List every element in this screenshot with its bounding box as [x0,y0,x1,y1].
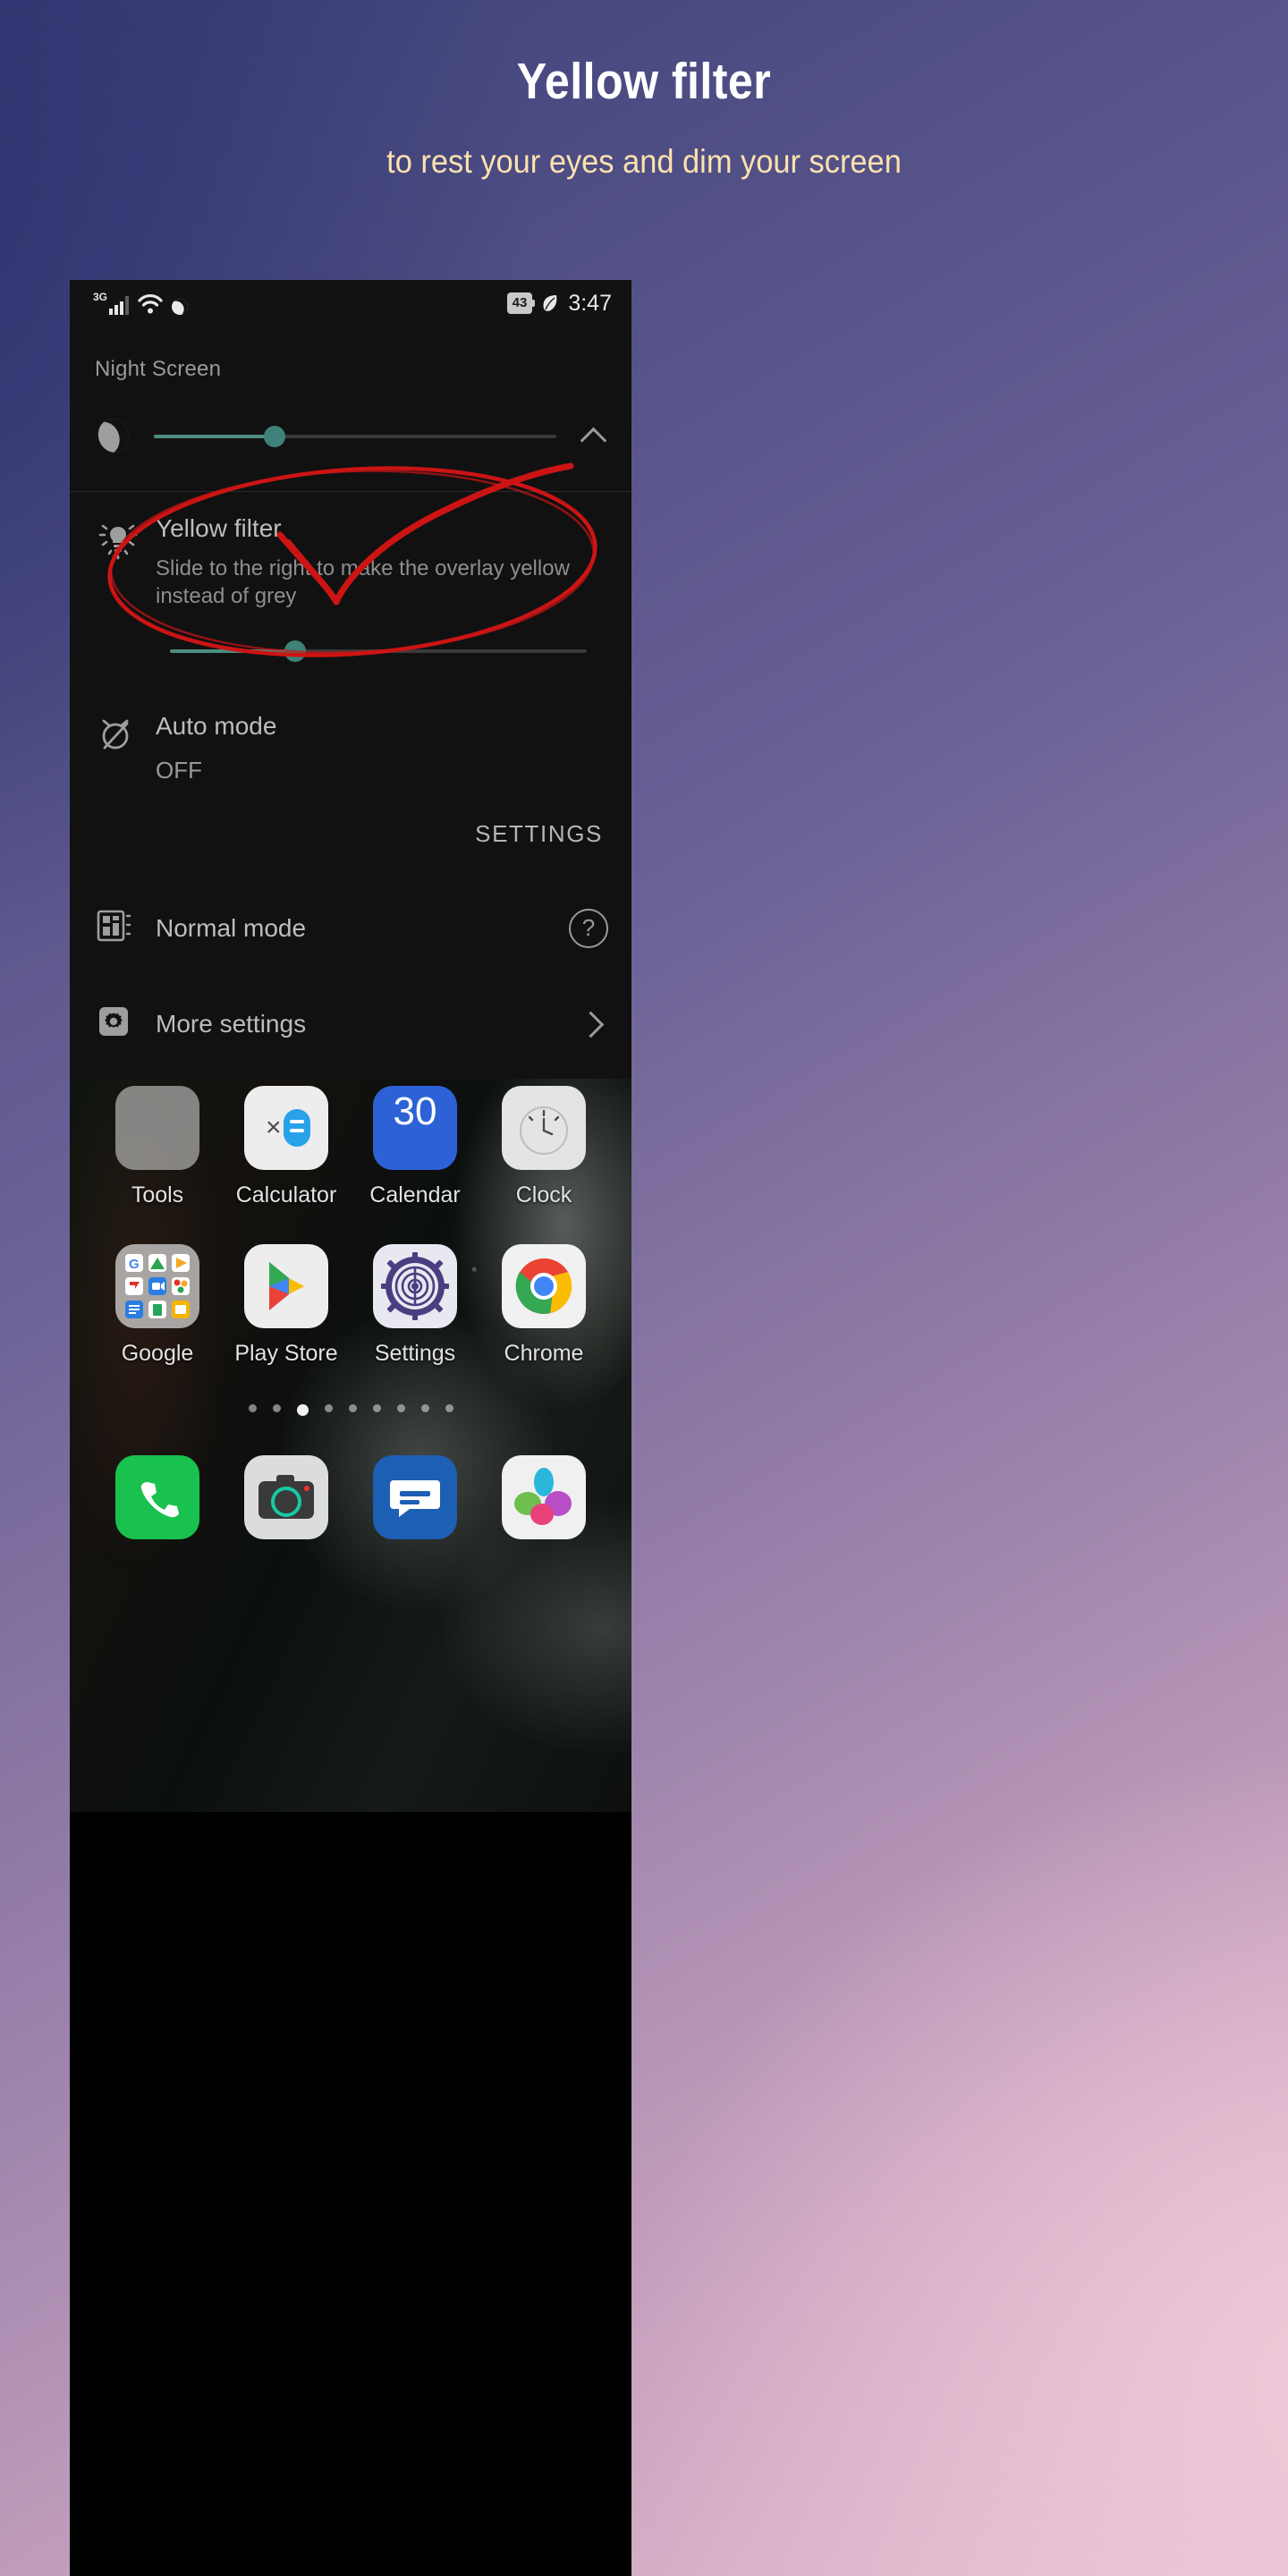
calendar-date-badge: 30 [393,1089,437,1134]
yellow-filter-slider[interactable] [170,633,587,669]
app-icon-clock[interactable]: Clock [479,1086,608,1208]
home-screen: Tools × Calculator 30 Calendar Clock G G… [70,1079,631,1813]
chevron-up-icon[interactable] [576,419,612,454]
wifi-icon [138,293,163,315]
dock-icon-phone[interactable] [93,1455,222,1540]
app-icon-calendar[interactable]: 30 Calendar [351,1086,479,1208]
page-dot[interactable] [324,1404,333,1413]
folder-tools-icon [115,1086,199,1171]
page-dot[interactable] [348,1404,357,1413]
app-row-1: Tools × Calculator 30 Calendar Clock [70,1086,631,1208]
settings-button[interactable]: SETTINGS [473,815,605,853]
page-dot[interactable] [420,1404,429,1413]
app-icon-settings[interactable]: Settings [351,1244,479,1367]
camera-icon [244,1455,328,1540]
dock [70,1455,631,1540]
dock-icon-messages[interactable] [351,1455,479,1540]
gear-icon [93,1001,143,1046]
app-label: Tools [131,1182,184,1208]
status-bar: 3G 43 3:47 [70,280,631,326]
page-subtitle: to rest your eyes and dim your screen [386,142,902,180]
panel-title: Night Screen [95,357,222,381]
app-label: Chrome [504,1341,584,1367]
app-label: Calculator [235,1182,337,1208]
dock-icon-camera[interactable] [222,1455,351,1540]
battery-icon: 43 [506,292,535,314]
auto-mode-row[interactable]: Auto mode OFF [70,682,631,784]
page-dot[interactable] [396,1404,405,1413]
layout-mode-icon [93,905,143,951]
moon-icon [93,416,134,457]
page-dot[interactable] [272,1404,281,1413]
more-settings-row[interactable]: More settings [70,976,631,1072]
clock-label: 3:47 [568,290,612,316]
leaf-icon [540,292,560,314]
signal-bars-icon: 3G [93,291,130,315]
slider-fill [170,649,295,654]
google-folder-icon: G [115,1244,199,1329]
app-icon-play-store[interactable]: Play Store [222,1244,351,1367]
dnd-moon-icon [169,296,191,318]
status-bar-left: 3G [93,291,191,318]
night-screen-panel: Night Screen Yellow filter Slide to the … [70,326,631,1080]
yellow-filter-section: Yellow filter Slide to the right to make… [70,492,631,682]
messages-icon [373,1455,457,1540]
play-store-icon [244,1244,328,1329]
phone-icon [115,1455,199,1540]
yellow-filter-title: Yellow filter [156,514,282,542]
promo-header: Yellow filter to rest your eyes and dim … [0,0,1288,182]
question-circle-icon[interactable]: ? [569,908,608,948]
app-icon-google-folder[interactable]: G Google [93,1244,222,1367]
app-row-2: G Google Play Store Settings Chrome [70,1244,631,1367]
album-icon [502,1455,586,1540]
clock-icon [502,1086,586,1171]
phone-screenshot: 3G 43 3:47 Night Screen Yellow filter Sl… [70,280,631,2576]
slider-thumb[interactable] [284,640,306,663]
page-dot-active[interactable] [296,1404,309,1417]
page-indicator[interactable] [70,1404,631,1417]
network-type-label: 3G [93,291,108,303]
dock-icon-album[interactable] [479,1455,608,1540]
auto-mode-value: OFF [156,757,202,784]
calendar-icon: 30 [373,1086,457,1171]
normal-mode-row[interactable]: Normal mode ? [70,880,631,976]
app-label: Google [121,1341,194,1367]
chevron-right-icon[interactable] [576,1008,608,1040]
page-title: Yellow filter [516,53,772,110]
yellow-filter-description: Slide to the right to make the overlay y… [156,555,570,608]
status-bar-right: 43 3:47 [506,290,612,317]
settings-row: SETTINGS [70,784,631,880]
svg-text:G: G [129,1257,140,1272]
slider-thumb[interactable] [264,426,285,447]
app-label: Clock [515,1182,572,1208]
auto-mode-label: Auto mode [156,712,277,741]
app-label: Play Store [234,1341,338,1367]
alarm-off-icon [93,712,143,761]
brightness-slider[interactable] [154,419,556,454]
page-dot[interactable] [445,1404,453,1413]
calculator-icon: × [244,1086,328,1171]
brightness-row [70,382,631,491]
chrome-icon [502,1244,586,1329]
slider-fill [154,435,275,438]
svg-text:×: × [266,1113,282,1142]
app-label: Calendar [369,1182,461,1208]
app-icon-calculator[interactable]: × Calculator [222,1086,351,1208]
page-dot[interactable] [372,1404,381,1413]
lightbulb-icon [93,517,143,567]
settings-gear-icon [373,1244,457,1329]
app-label: Settings [374,1341,456,1367]
app-icon-tools[interactable]: Tools [93,1086,222,1208]
normal-mode-label: Normal mode [156,913,307,942]
page-dot[interactable] [248,1404,257,1413]
app-icon-chrome[interactable]: Chrome [479,1244,608,1367]
more-settings-label: More settings [156,1009,307,1038]
